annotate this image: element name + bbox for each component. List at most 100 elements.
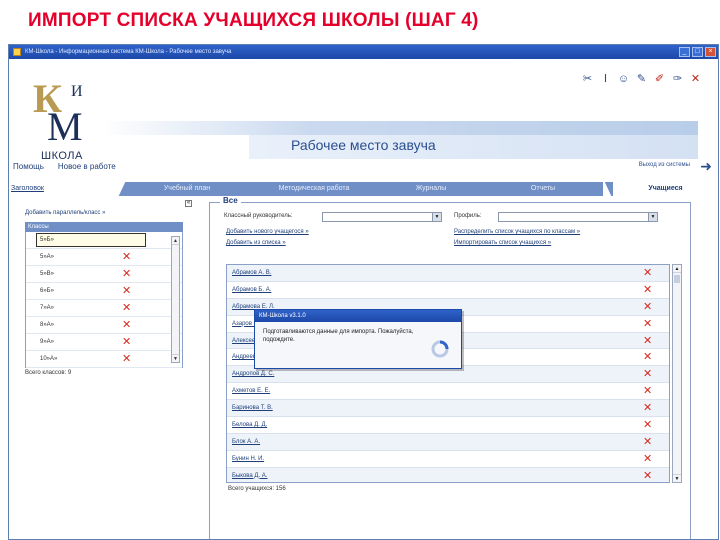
class-row[interactable]: 6»Б» ✕ — [26, 283, 182, 300]
student-name[interactable]: Бунин Н. И. — [232, 456, 264, 462]
delete-icon[interactable]: ✕ — [643, 349, 652, 365]
delete-icon[interactable]: ✕ — [122, 249, 131, 265]
chevron-down-icon: ▼ — [432, 213, 441, 221]
student-name[interactable]: Блок А. А. — [232, 439, 260, 445]
class-name: 9»А» — [40, 339, 55, 345]
content: « Добавить параллель/класс » Классы 5»Б»… — [9, 185, 718, 539]
add-class-link[interactable]: Добавить параллель/класс » — [25, 210, 183, 216]
scroll-down-icon[interactable]: ▼ — [172, 354, 179, 362]
class-row[interactable]: 10»А» ✕ — [26, 351, 182, 368]
close-tool-icon[interactable]: ✕ — [689, 73, 702, 86]
class-row[interactable]: 5»Б» — [26, 232, 182, 249]
text-icon[interactable]: Ⅰ — [599, 73, 612, 86]
delete-icon[interactable]: ✕ — [122, 317, 131, 333]
scroll-up-icon[interactable]: ▲ — [172, 237, 179, 245]
class-name: 5»Б» — [40, 237, 54, 243]
window-titlebar[interactable]: КМ-Школа - Информационная система КМ-Шко… — [9, 45, 718, 59]
header-band — [101, 121, 698, 135]
class-list: 5»Б» 5»А» ✕ 5»В» ✕ 6»Б» ✕ 7»А» ✕ 8»А» ✕ 9»А» ✕… — [25, 232, 183, 368]
class-name: 5»В» — [40, 271, 55, 277]
table-row[interactable]: Ахметов Е. Е. ✕ — [227, 383, 669, 401]
delete-icon[interactable]: ✕ — [643, 265, 652, 281]
add-student-link[interactable]: Добавить нового учащегося » — [226, 229, 309, 235]
news-link[interactable]: Новое в работе — [58, 162, 116, 171]
delete-icon[interactable]: ✕ — [122, 351, 131, 367]
scroll-thumb[interactable] — [674, 275, 680, 283]
students-count: Всего учащихся: 156 — [228, 486, 286, 492]
pen-icon[interactable]: ✑ — [671, 73, 684, 86]
student-name[interactable]: Абрамов А. В. — [232, 270, 271, 276]
delete-icon[interactable]: ✕ — [122, 334, 131, 350]
students-scrollbar[interactable]: ▲ ▼ — [672, 264, 682, 483]
progress-dialog: КМ-Школа v3.1.0 Подготавливаются данные … — [254, 309, 462, 369]
dialog-title: КМ-Школа v3.1.0 — [255, 310, 461, 322]
delete-icon[interactable]: ✕ — [643, 400, 652, 416]
table-row[interactable]: Абрамов А. В. ✕ — [227, 265, 669, 282]
distribute-link[interactable]: Распределить список учащихся по классам … — [454, 229, 580, 235]
logo-letter-i: И — [71, 83, 83, 100]
top-nav: Помощь Новое в работе — [13, 162, 116, 171]
pencil-icon[interactable]: ✎ — [635, 73, 648, 86]
students-table: Абрамов А. В. ✕ Абрамов Б. А. ✕ Абрамова Е… — [226, 264, 670, 483]
students-legend: Все — [220, 196, 241, 205]
scroll-up-icon[interactable]: ▲ — [673, 265, 681, 273]
chevron-down-icon: ▼ — [648, 213, 657, 221]
minimize-icon[interactable]: _ — [679, 47, 690, 57]
scissors-icon[interactable]: ✂ — [581, 73, 594, 86]
header: К И М ШКОЛА ✂ Ⅰ ☺ ✎ ✐ ✑ ✕ Рабочее место … — [9, 59, 718, 199]
class-row[interactable]: 5»А» ✕ — [26, 249, 182, 266]
collapse-panel-icon[interactable]: « — [185, 200, 192, 207]
student-name[interactable]: Абрамов Б. А. — [232, 287, 271, 293]
exit-arrow-icon[interactable]: ➜ — [700, 158, 712, 175]
table-row[interactable]: Быкова Д. А. ✕ — [227, 467, 669, 482]
table-row[interactable]: Абрамов Б. А. ✕ — [227, 282, 669, 299]
class-row[interactable]: 5»В» ✕ — [26, 266, 182, 283]
student-name[interactable]: Быкова Д. А. — [232, 473, 267, 479]
scroll-down-icon[interactable]: ▼ — [673, 474, 681, 482]
delete-icon[interactable]: ✕ — [643, 333, 652, 349]
table-row[interactable]: Баринова Т. В. ✕ — [227, 400, 669, 418]
maximize-icon[interactable]: □ — [692, 47, 703, 57]
delete-icon[interactable]: ✕ — [643, 451, 652, 467]
delete-icon[interactable]: ✕ — [122, 266, 131, 282]
help-link[interactable]: Помощь — [13, 162, 44, 171]
student-name[interactable]: Ахметов Е. Е. — [232, 388, 270, 394]
delete-icon[interactable]: ✕ — [643, 383, 652, 399]
import-list-link[interactable]: Импортировать список учащихся » — [454, 240, 551, 246]
delete-icon[interactable]: ✕ — [643, 468, 652, 482]
window-title: КМ-Школа - Информационная система КМ-Шко… — [25, 49, 232, 55]
classes-header: Классы — [25, 222, 183, 232]
logo-school: ШКОЛА — [41, 150, 83, 162]
exit-link[interactable]: Выход из системы — [639, 162, 690, 168]
delete-icon[interactable]: ✕ — [122, 300, 131, 316]
student-name[interactable]: Андропов Д. С. — [232, 371, 274, 377]
delete-icon[interactable]: ✕ — [643, 366, 652, 382]
delete-icon[interactable]: ✕ — [643, 434, 652, 450]
delete-icon[interactable]: ✕ — [643, 282, 652, 298]
close-icon[interactable]: × — [705, 47, 716, 57]
users-icon[interactable]: ☺ — [617, 73, 630, 86]
class-row[interactable]: 9»А» ✕ — [26, 334, 182, 351]
delete-icon[interactable]: ✕ — [643, 417, 652, 433]
delete-icon[interactable]: ✕ — [643, 299, 652, 315]
profile-select[interactable]: ▼ — [498, 212, 658, 222]
table-row[interactable]: Бунин Н. И. ✕ — [227, 451, 669, 468]
student-name[interactable]: Белова Д. Д. — [232, 422, 267, 428]
window-controls: _ □ × — [679, 47, 718, 57]
class-teacher-label: Классный руководитель: — [224, 213, 293, 219]
add-from-list-link[interactable]: Добавить из списка » — [226, 240, 286, 246]
class-row[interactable]: 7»А» ✕ — [26, 300, 182, 317]
delete-icon[interactable]: ✕ — [122, 283, 131, 299]
table-row[interactable]: Блок А. А. ✕ — [227, 433, 669, 451]
table-row[interactable]: Белова Д. Д. ✕ — [227, 417, 669, 434]
classes-panel: Добавить параллель/класс » Классы 5»Б» 5… — [25, 210, 183, 376]
loading-spinner-icon — [431, 340, 449, 358]
class-list-scrollbar[interactable]: ▲ ▼ — [171, 236, 180, 363]
class-name: 8»А» — [40, 322, 55, 328]
profile-label: Профиль: — [454, 213, 482, 219]
edit-pencil-icon[interactable]: ✐ — [653, 73, 666, 86]
student-name[interactable]: Баринова Т. В. — [232, 405, 273, 411]
delete-icon[interactable]: ✕ — [643, 316, 652, 332]
class-teacher-select[interactable]: ▼ — [322, 212, 442, 222]
class-row[interactable]: 8»А» ✕ — [26, 317, 182, 334]
